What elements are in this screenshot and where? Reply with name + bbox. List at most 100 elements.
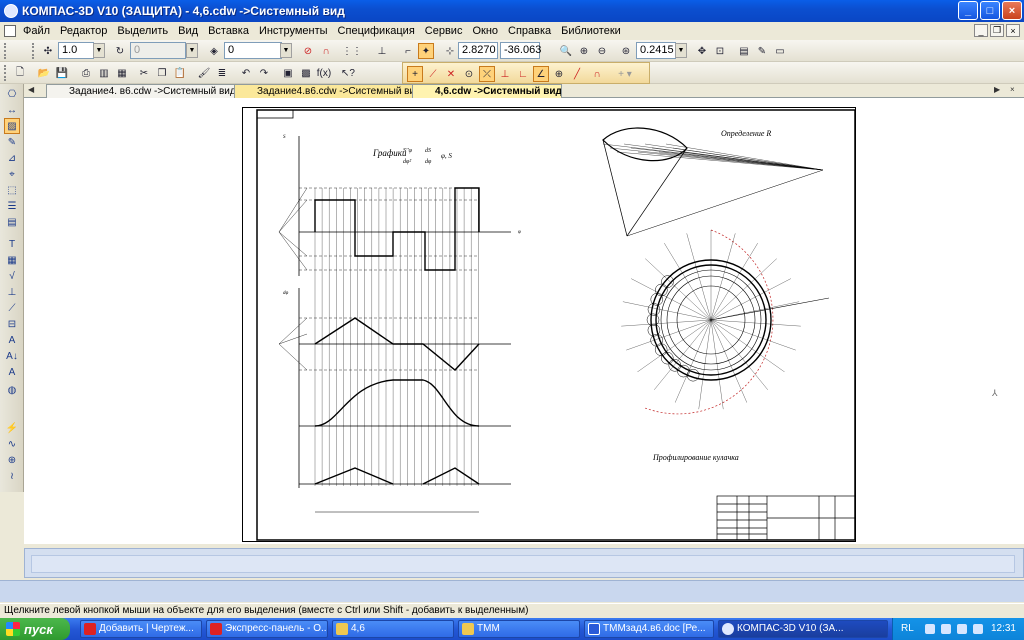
- menu-file[interactable]: Файл: [18, 25, 55, 37]
- toolbar-grip[interactable]: [4, 43, 7, 59]
- snap-center-icon[interactable]: ⊙: [461, 66, 477, 82]
- taskbar-item-opera-2[interactable]: Экспресс-панель - О...: [206, 620, 328, 638]
- grid-icon[interactable]: ⋮⋮: [342, 43, 362, 59]
- drawing-sheet[interactable]: Графики S''φ dφ² dS dφ φ, S Определение …: [242, 107, 856, 542]
- spec-tool-icon[interactable]: ☰: [4, 198, 20, 214]
- close-button[interactable]: ×: [1002, 1, 1022, 20]
- maximize-button[interactable]: □: [980, 1, 1000, 20]
- roughness-tool-icon[interactable]: √: [4, 268, 20, 284]
- snap-middle-icon[interactable]: ✕: [443, 66, 459, 82]
- tab-document-3[interactable]: 4,6.cdw ->Системный вид: [412, 84, 562, 98]
- zoom-dropdown[interactable]: ▼: [675, 43, 687, 58]
- snap-nearest-icon[interactable]: +: [407, 66, 423, 82]
- pan-icon[interactable]: ✥: [694, 43, 710, 59]
- print-preview-icon[interactable]: ▥: [96, 65, 112, 81]
- copy-icon[interactable]: ❐: [154, 65, 170, 81]
- paste-icon[interactable]: 📋: [172, 65, 188, 81]
- measure-tool-icon[interactable]: ⌖: [4, 166, 20, 182]
- table-tool-icon[interactable]: ▦: [4, 252, 20, 268]
- taskbar-item-folder-tmm[interactable]: ТММ: [458, 620, 580, 638]
- start-button[interactable]: пуск: [0, 618, 70, 640]
- toolbar-grip[interactable]: [32, 43, 35, 59]
- minimize-button[interactable]: _: [958, 1, 978, 20]
- coord-y-field[interactable]: -36.063: [500, 42, 541, 59]
- redo-icon[interactable]: ↷: [256, 65, 272, 81]
- zoom-out-icon[interactable]: ⊖: [594, 43, 610, 59]
- leader-tool-icon[interactable]: ⟋: [4, 300, 20, 316]
- step-cursor-icon[interactable]: ✣: [40, 43, 56, 59]
- tabs-scroll-left-icon[interactable]: ◀: [28, 85, 34, 94]
- center-tool-icon[interactable]: ⊕: [4, 452, 20, 468]
- reports-tool-icon[interactable]: ▤: [4, 214, 20, 230]
- section-tool-icon[interactable]: A: [4, 364, 20, 380]
- menu-insert[interactable]: Вставка: [203, 25, 254, 37]
- dimension-tool-icon[interactable]: ↔: [4, 102, 20, 118]
- doc-minimize-button[interactable]: _: [974, 24, 988, 37]
- zoom-scale-icon[interactable]: ⊛: [618, 43, 634, 59]
- show-all-icon[interactable]: ⊡: [712, 43, 728, 59]
- library-manager-icon[interactable]: ▩: [298, 65, 314, 81]
- taskbar-item-folder-46[interactable]: 4,6: [332, 620, 454, 638]
- snap-point-on-curve-icon[interactable]: ╱: [569, 66, 585, 82]
- axis-tool-icon[interactable]: ◍: [4, 382, 20, 398]
- taskbar-item-word[interactable]: ТММзад4.в6.doc [Ре...: [584, 620, 714, 638]
- tab-document-2[interactable]: Задание4.в6.cdw ->Системный вид: [234, 84, 414, 98]
- help-pointer-icon[interactable]: ↖?: [340, 65, 356, 81]
- snap-magnet-icon[interactable]: ∩: [589, 66, 605, 82]
- local-cs-icon[interactable]: ⊥: [374, 43, 390, 59]
- zoom-window-icon[interactable]: 🔍: [558, 43, 574, 59]
- kompas-app-icon[interactable]: [4, 4, 18, 18]
- menu-help[interactable]: Справка: [503, 25, 556, 37]
- base-tool-icon[interactable]: ⊥: [4, 284, 20, 300]
- geometry-tool-icon[interactable]: ⎔: [4, 86, 20, 102]
- layer-icon[interactable]: ◈: [206, 43, 222, 59]
- parametrization-tool-icon[interactable]: ⊿: [4, 150, 20, 166]
- text-tool-icon[interactable]: T: [4, 236, 20, 252]
- properties-brush-icon[interactable]: 🖌: [196, 65, 212, 81]
- menu-select[interactable]: Выделить: [112, 25, 173, 37]
- step-dropdown[interactable]: ▼: [93, 43, 105, 58]
- menu-libraries[interactable]: Библиотеки: [556, 25, 626, 37]
- zoom-field[interactable]: 0.2415: [636, 42, 676, 59]
- document-manager-icon[interactable]: ▦: [114, 65, 130, 81]
- menu-specification[interactable]: Спецификация: [333, 25, 420, 37]
- new-document-icon[interactable]: 🗋: [12, 65, 28, 81]
- layer-field[interactable]: 0: [224, 42, 282, 59]
- menu-view[interactable]: Вид: [173, 25, 203, 37]
- step-field[interactable]: 1.0: [58, 42, 94, 59]
- menu-service[interactable]: Сервис: [420, 25, 468, 37]
- tabs-scroll-right-icon[interactable]: ▶: [994, 85, 1000, 94]
- document-menu-icon[interactable]: [4, 25, 16, 37]
- snap-endpoint-icon[interactable]: ⟋: [425, 66, 441, 82]
- mark-tool-icon[interactable]: ⚡: [4, 420, 20, 436]
- snap-icon[interactable]: ✦: [418, 43, 434, 59]
- monitor-icon[interactable]: ▭: [772, 43, 788, 59]
- snap-intersection-icon[interactable]: ⤫: [479, 66, 495, 82]
- toolbar-grip[interactable]: [4, 65, 7, 81]
- layer-dropdown[interactable]: ▼: [280, 43, 292, 58]
- variables-fx-icon[interactable]: f(x): [316, 65, 332, 81]
- designations-tool-icon[interactable]: ▨: [4, 118, 20, 134]
- language-indicator[interactable]: RL: [901, 618, 914, 640]
- view-arrow-tool-icon[interactable]: A↓: [4, 348, 20, 364]
- doc-restore-button[interactable]: ❐: [990, 24, 1004, 37]
- tray-network-icon[interactable]: [925, 624, 935, 634]
- snap-tangent-icon[interactable]: ⊥: [497, 66, 513, 82]
- wave-tool-icon[interactable]: ∿: [4, 436, 20, 452]
- menu-editor[interactable]: Редактор: [55, 25, 112, 37]
- coord-x-field[interactable]: 2.8270: [458, 42, 498, 59]
- taskbar-item-kompas[interactable]: КОМПАС-3D V10 (ЗА...: [718, 620, 888, 638]
- orthogonal-icon[interactable]: ⊘: [300, 43, 316, 59]
- tab-document-1[interactable]: Задание4. в6.cdw ->Системный вид: [46, 84, 236, 98]
- zoom-in-icon[interactable]: ⊕: [576, 43, 592, 59]
- tree-manager-icon[interactable]: ▣: [280, 65, 296, 81]
- menu-window[interactable]: Окно: [467, 25, 503, 37]
- menu-tools[interactable]: Инструменты: [254, 25, 333, 37]
- save-icon[interactable]: 💾: [54, 65, 70, 81]
- undo-icon[interactable]: ↶: [238, 65, 254, 81]
- snap-angle-icon[interactable]: ∠: [533, 66, 549, 82]
- magnet-icon[interactable]: ∩: [318, 43, 334, 59]
- attributes-icon[interactable]: ✎: [754, 43, 770, 59]
- drawing-canvas[interactable]: Графики S''φ dφ² dS dφ φ, S Определение …: [24, 98, 1024, 544]
- ortho-mode-icon[interactable]: ⌐: [400, 43, 416, 59]
